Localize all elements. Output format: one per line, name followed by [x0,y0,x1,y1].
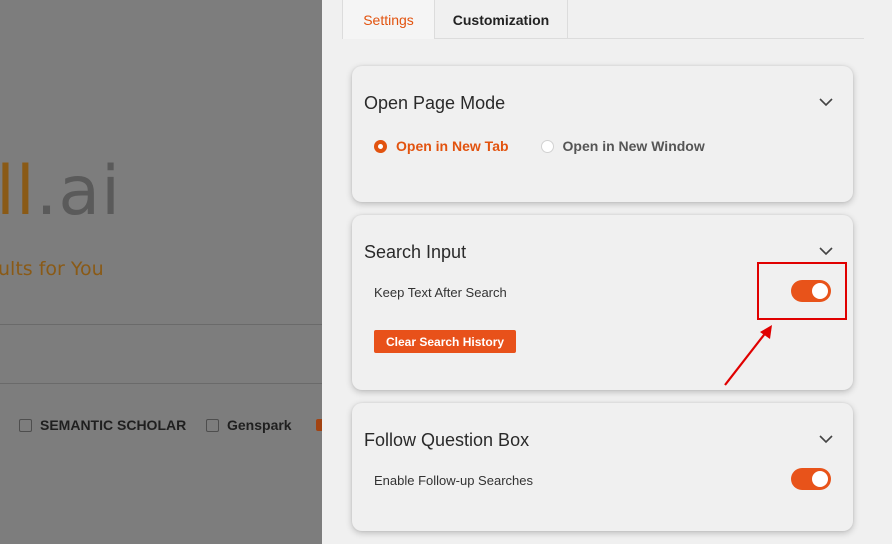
logo-part-suffix: .ai [35,152,121,231]
logo-part-main: ll [0,152,36,231]
checkbox-icon [19,418,32,432]
engine-label: SEMANTIC SCHOLAR [40,417,187,433]
annotation-arrow-icon [724,325,772,386]
checkbox-icon [206,418,219,432]
radio-label-new-tab[interactable]: Open in New Tab [396,138,509,154]
background-logo: ll.ai [0,158,121,226]
engine-option-genspark: Genspark [206,417,292,433]
chevron-down-icon[interactable] [819,434,833,444]
background-tagline: ults for You [0,258,104,280]
tab-settings[interactable]: Settings [342,0,435,39]
background-divider [0,383,322,384]
radio-label-new-window[interactable]: Open in New Window [563,138,705,154]
background-divider [0,324,322,325]
follow-question-box-card: Follow Question Box Enable Follow-up Sea… [352,403,853,531]
followup-toggle[interactable] [791,468,831,490]
chevron-down-icon[interactable] [819,246,833,256]
chevron-down-icon[interactable] [819,97,833,107]
open-mode-radio-group: Open in New Tab Open in New Window [374,138,705,154]
annotation-highlight-box [757,262,847,320]
section-title: Search Input [364,242,467,262]
tab-customization[interactable]: Customization [435,0,568,39]
radio-open-new-window[interactable] [540,139,554,153]
clear-search-history-button[interactable]: Clear Search History [374,330,517,353]
keep-text-label: Keep Text After Search [374,285,507,300]
engine-option-semantic-scholar: SEMANTIC SCHOLAR [19,417,186,433]
section-title: Open Page Mode [364,93,506,113]
engine-label: Genspark [227,417,292,433]
radio-open-new-tab[interactable] [374,139,387,153]
tab-bar: Settings Customization [342,0,864,39]
section-title: Follow Question Box [364,430,530,450]
open-page-mode-card: Open Page Mode Open in New Tab Open in N… [352,66,853,202]
followup-label: Enable Follow-up Searches [374,473,533,488]
